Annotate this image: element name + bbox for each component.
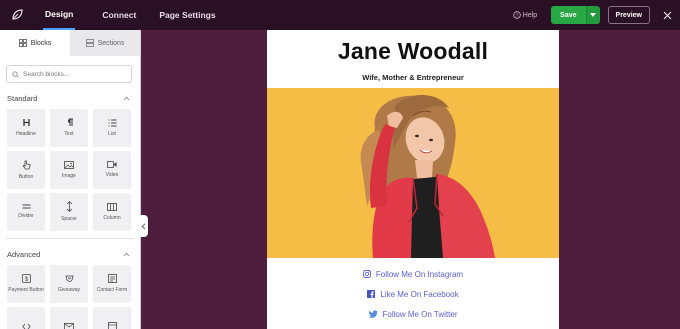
chevron-up-icon [123, 252, 130, 256]
block-contact-form[interactable]: Contact Form [93, 265, 131, 303]
block-label: Divider [18, 213, 34, 220]
block-list[interactable]: List [93, 109, 131, 147]
block-spacer[interactable]: Spacer [50, 193, 88, 231]
section-divider [6, 238, 134, 239]
close-button[interactable] [660, 8, 674, 22]
code-icon [21, 323, 31, 329]
block-divider[interactable]: Divider [7, 193, 45, 231]
standard-section-header[interactable]: Standard [0, 91, 140, 105]
advanced-section-header[interactable]: Advanced [0, 247, 140, 261]
block-label: Spacer [61, 216, 77, 223]
block-label: List [108, 130, 116, 137]
spacer-icon [66, 201, 72, 212]
tab-design[interactable]: Design [43, 0, 76, 30]
divider-icon [22, 204, 30, 209]
twitter-icon [368, 310, 378, 318]
twitter-link[interactable]: Follow Me On Twitter [267, 304, 559, 324]
tab-connect[interactable]: Connect [102, 0, 136, 30]
instagram-link-label: Follow Me On Instagram [375, 269, 464, 279]
save-button-group: Save [551, 6, 600, 24]
twitter-link-label: Follow Me On Twitter [382, 309, 458, 319]
tab-sections[interactable]: Sections [70, 30, 140, 56]
help-icon: ? [513, 11, 521, 19]
svg-text:?: ? [515, 13, 518, 19]
block-label: Video [105, 172, 119, 179]
top-bar: Design Connect Page Settings ? Help Save… [0, 0, 680, 30]
list-icon [108, 119, 116, 127]
hero-image[interactable] [267, 88, 559, 258]
blocks-icon [18, 39, 27, 47]
block-label: Payment Button [8, 287, 44, 294]
help-label: Help [522, 11, 538, 19]
pointer-icon [22, 160, 30, 170]
tab-blocks-label: Blocks [30, 39, 52, 47]
tab-blocks[interactable]: Blocks [0, 30, 70, 56]
block-video[interactable]: Video [93, 151, 131, 189]
blocks-sidebar: Blocks Sections Standard Headline Text L… [0, 30, 141, 329]
chevron-left-icon [141, 222, 146, 230]
block-more-2[interactable] [50, 307, 88, 329]
video-icon [107, 161, 117, 169]
chevron-up-icon [123, 96, 130, 100]
block-label: Headline [16, 131, 36, 138]
search-icon [12, 70, 19, 78]
image-icon [64, 160, 74, 169]
advanced-section-title: Advanced [7, 249, 41, 259]
instagram-icon [362, 270, 371, 278]
facebook-link-label: Like Me On Facebook [380, 289, 459, 299]
block-more-3[interactable] [93, 307, 131, 329]
facebook-icon [367, 290, 376, 298]
block-label: Text [64, 131, 74, 138]
block-label: Giveaway [58, 287, 80, 294]
search-input[interactable] [23, 70, 123, 78]
page-subheadline[interactable]: Wife, Mother & Entrepreneur [267, 73, 559, 82]
hero-photo-woman [267, 88, 559, 258]
layout-icon [107, 322, 117, 329]
mail-icon [64, 322, 74, 329]
facebook-link[interactable]: Like Me On Facebook [267, 284, 559, 304]
paragraph-icon [67, 118, 73, 127]
save-button[interactable]: Save [551, 6, 586, 24]
block-label: Column [103, 214, 121, 221]
form-icon [107, 274, 117, 284]
standard-section-title: Standard [7, 93, 38, 103]
social-links: Follow Me On Instagram Like Me On Facebo… [267, 264, 559, 324]
block-payment-button[interactable]: $ Payment Button [7, 265, 45, 303]
standard-blocks-grid: Headline Text List Button Image Video Di… [0, 105, 140, 231]
page-preview[interactable]: Jane Woodall Wife, Mother & Entrepreneur [267, 30, 559, 329]
block-column[interactable]: Column [93, 193, 131, 231]
dollar-icon: $ [21, 274, 31, 283]
instagram-link[interactable]: Follow Me On Instagram [267, 264, 559, 284]
heading-icon [22, 119, 30, 127]
help-link[interactable]: ? Help [513, 11, 537, 19]
block-text[interactable]: Text [50, 109, 88, 147]
block-label: Contact Form [96, 287, 128, 294]
sidebar-tabs: Blocks Sections [0, 30, 140, 56]
preview-button[interactable]: Preview [607, 6, 650, 24]
block-more-1[interactable] [7, 307, 45, 329]
tab-page-settings[interactable]: Page Settings [159, 0, 215, 30]
block-label: Image [62, 172, 76, 179]
advanced-blocks-grid: $ Payment Button Giveaway Contact Form [0, 261, 140, 329]
block-image[interactable]: Image [50, 151, 88, 189]
giveaway-icon [64, 275, 74, 283]
save-options-button[interactable] [585, 6, 600, 24]
close-icon [663, 11, 671, 19]
search-box [6, 65, 132, 83]
caret-down-icon [590, 13, 597, 17]
block-giveaway[interactable]: Giveaway [50, 265, 88, 303]
block-headline[interactable]: Headline [7, 109, 45, 147]
column-icon [107, 202, 117, 211]
page-headline[interactable]: Jane Woodall [267, 38, 559, 65]
sections-icon [85, 39, 94, 47]
sidebar-collapse-handle[interactable] [139, 215, 148, 237]
tab-sections-label: Sections [97, 39, 125, 47]
seedprod-logo-icon[interactable] [0, 0, 34, 30]
block-button[interactable]: Button [7, 151, 45, 189]
block-label: Button [18, 173, 34, 180]
